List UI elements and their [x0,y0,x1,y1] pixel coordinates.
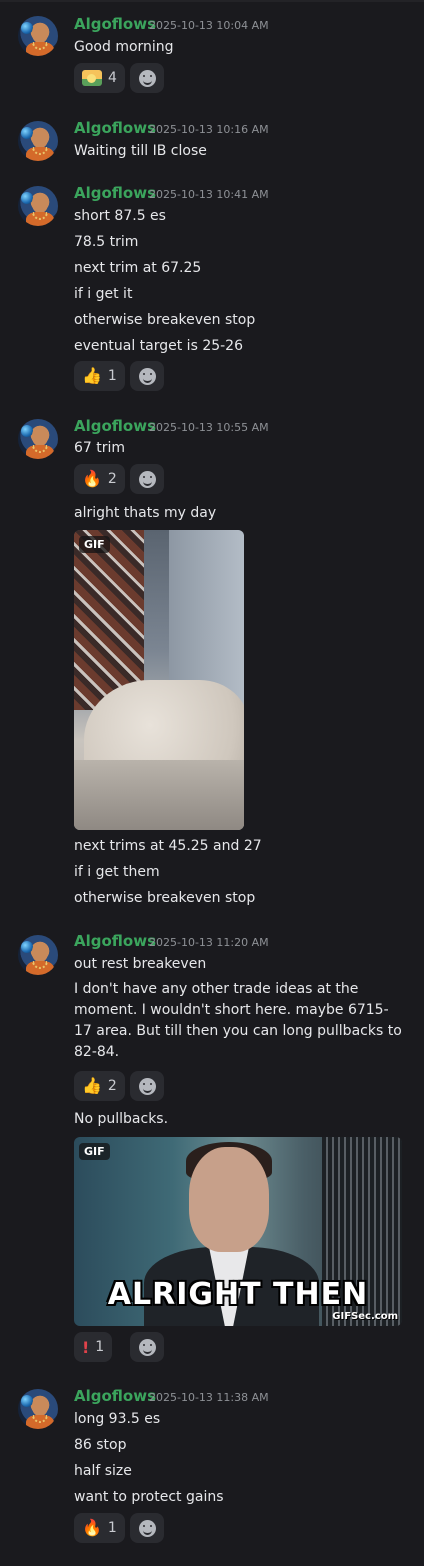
reaction-count: 2 [107,1078,117,1094]
message-timestamp: 2025-10-13 10:04 AM [149,19,269,32]
message-text: if i get it [74,286,133,302]
message-text: No pullbacks. [74,1111,169,1127]
reaction-count: 1 [95,1339,105,1355]
reaction-count: 4 [108,70,117,86]
add-reaction-button[interactable] [130,464,164,494]
reaction-thumbs-up[interactable]: 👍 1 [74,361,125,391]
username[interactable]: Algoflows [74,184,156,202]
fire-icon: 🔥 [82,469,102,488]
reaction-fire[interactable]: 🔥 2 [74,464,125,494]
fire-icon: 🔥 [82,1518,102,1537]
username[interactable]: Algoflows [74,1387,156,1405]
top-divider [0,0,424,2]
message-text: otherwise breakeven stop [74,890,256,906]
smile-icon [138,1077,156,1095]
message-text: out rest breakeven [74,956,207,972]
message-text: 78.5 trim [74,234,139,250]
gif-badge: GIF [79,536,110,553]
user-avatar[interactable] [18,935,58,975]
message-text: long 93.5 es [74,1411,161,1427]
gif-badge: GIF [79,1143,110,1160]
reaction-fire[interactable]: 🔥 1 [74,1513,125,1543]
message-text: Waiting till IB close [74,143,207,159]
user-avatar[interactable] [18,16,58,56]
username[interactable]: Algoflows [74,15,156,33]
message-text: next trims at 45.25 and 27 [74,838,262,854]
reaction-count: 2 [107,471,117,487]
message-text: short 87.5 es [74,208,166,224]
thumbs-up-icon: 👍 [82,1076,102,1095]
reaction-thumbs-up[interactable]: 👍 2 [74,1071,125,1101]
smile-icon [138,69,156,87]
sunrise-icon [82,70,102,86]
reaction-count: 1 [107,1520,117,1536]
add-reaction-button[interactable] [130,63,164,93]
message-timestamp: 2025-10-13 10:41 AM [149,188,269,201]
username[interactable]: Algoflows [74,932,156,950]
reaction-count: 1 [107,368,117,384]
smile-icon [138,1338,156,1356]
message-text: want to protect gains [74,1489,224,1505]
message-text: half size [74,1463,132,1479]
message-timestamp: 2025-10-13 10:55 AM [149,421,269,434]
add-reaction-button[interactable] [130,1071,164,1101]
message-text: otherwise breakeven stop [74,312,256,328]
reaction-sunrise[interactable]: 4 [74,63,125,93]
message-timestamp: 2025-10-13 10:16 AM [149,123,269,136]
add-reaction-button[interactable] [130,1513,164,1543]
exclamation-icon: ! [82,1337,90,1357]
smile-icon [138,470,156,488]
message-timestamp: 2025-10-13 11:38 AM [149,1391,269,1404]
message-text: 86 stop [74,1437,127,1453]
reaction-exclamation[interactable]: ! 1 [74,1332,113,1362]
smile-icon [138,367,156,385]
add-reaction-button[interactable] [130,361,164,391]
add-reaction-button[interactable] [130,1332,164,1362]
message-timestamp: 2025-10-13 11:20 AM [149,936,269,949]
message-text: I don't have any other trade ideas at th… [74,981,402,1060]
user-avatar[interactable] [18,419,58,459]
username[interactable]: Algoflows [74,119,156,137]
gif-sleeping-dog[interactable]: GIF [74,530,244,830]
user-avatar[interactable] [18,121,58,161]
message-text: alright thats my day [74,505,217,521]
thumbs-up-icon: 👍 [82,366,102,385]
message-text: next trim at 67.25 [74,260,202,276]
message-text: if i get them [74,864,160,880]
gif-alright-then[interactable]: ALRIGHT THEN GIFSec.com GIF [74,1137,402,1326]
user-avatar[interactable] [18,1389,58,1429]
gif-watermark: GIFSec.com [332,1311,398,1322]
message-text: 67 trim [74,440,126,456]
username[interactable]: Algoflows [74,417,156,435]
user-avatar[interactable] [18,186,58,226]
message-text: Good morning [74,39,174,55]
message-text: eventual target is 25-26 [74,338,243,354]
gif-caption: ALRIGHT THEN [107,1277,369,1312]
smile-icon [138,1519,156,1537]
